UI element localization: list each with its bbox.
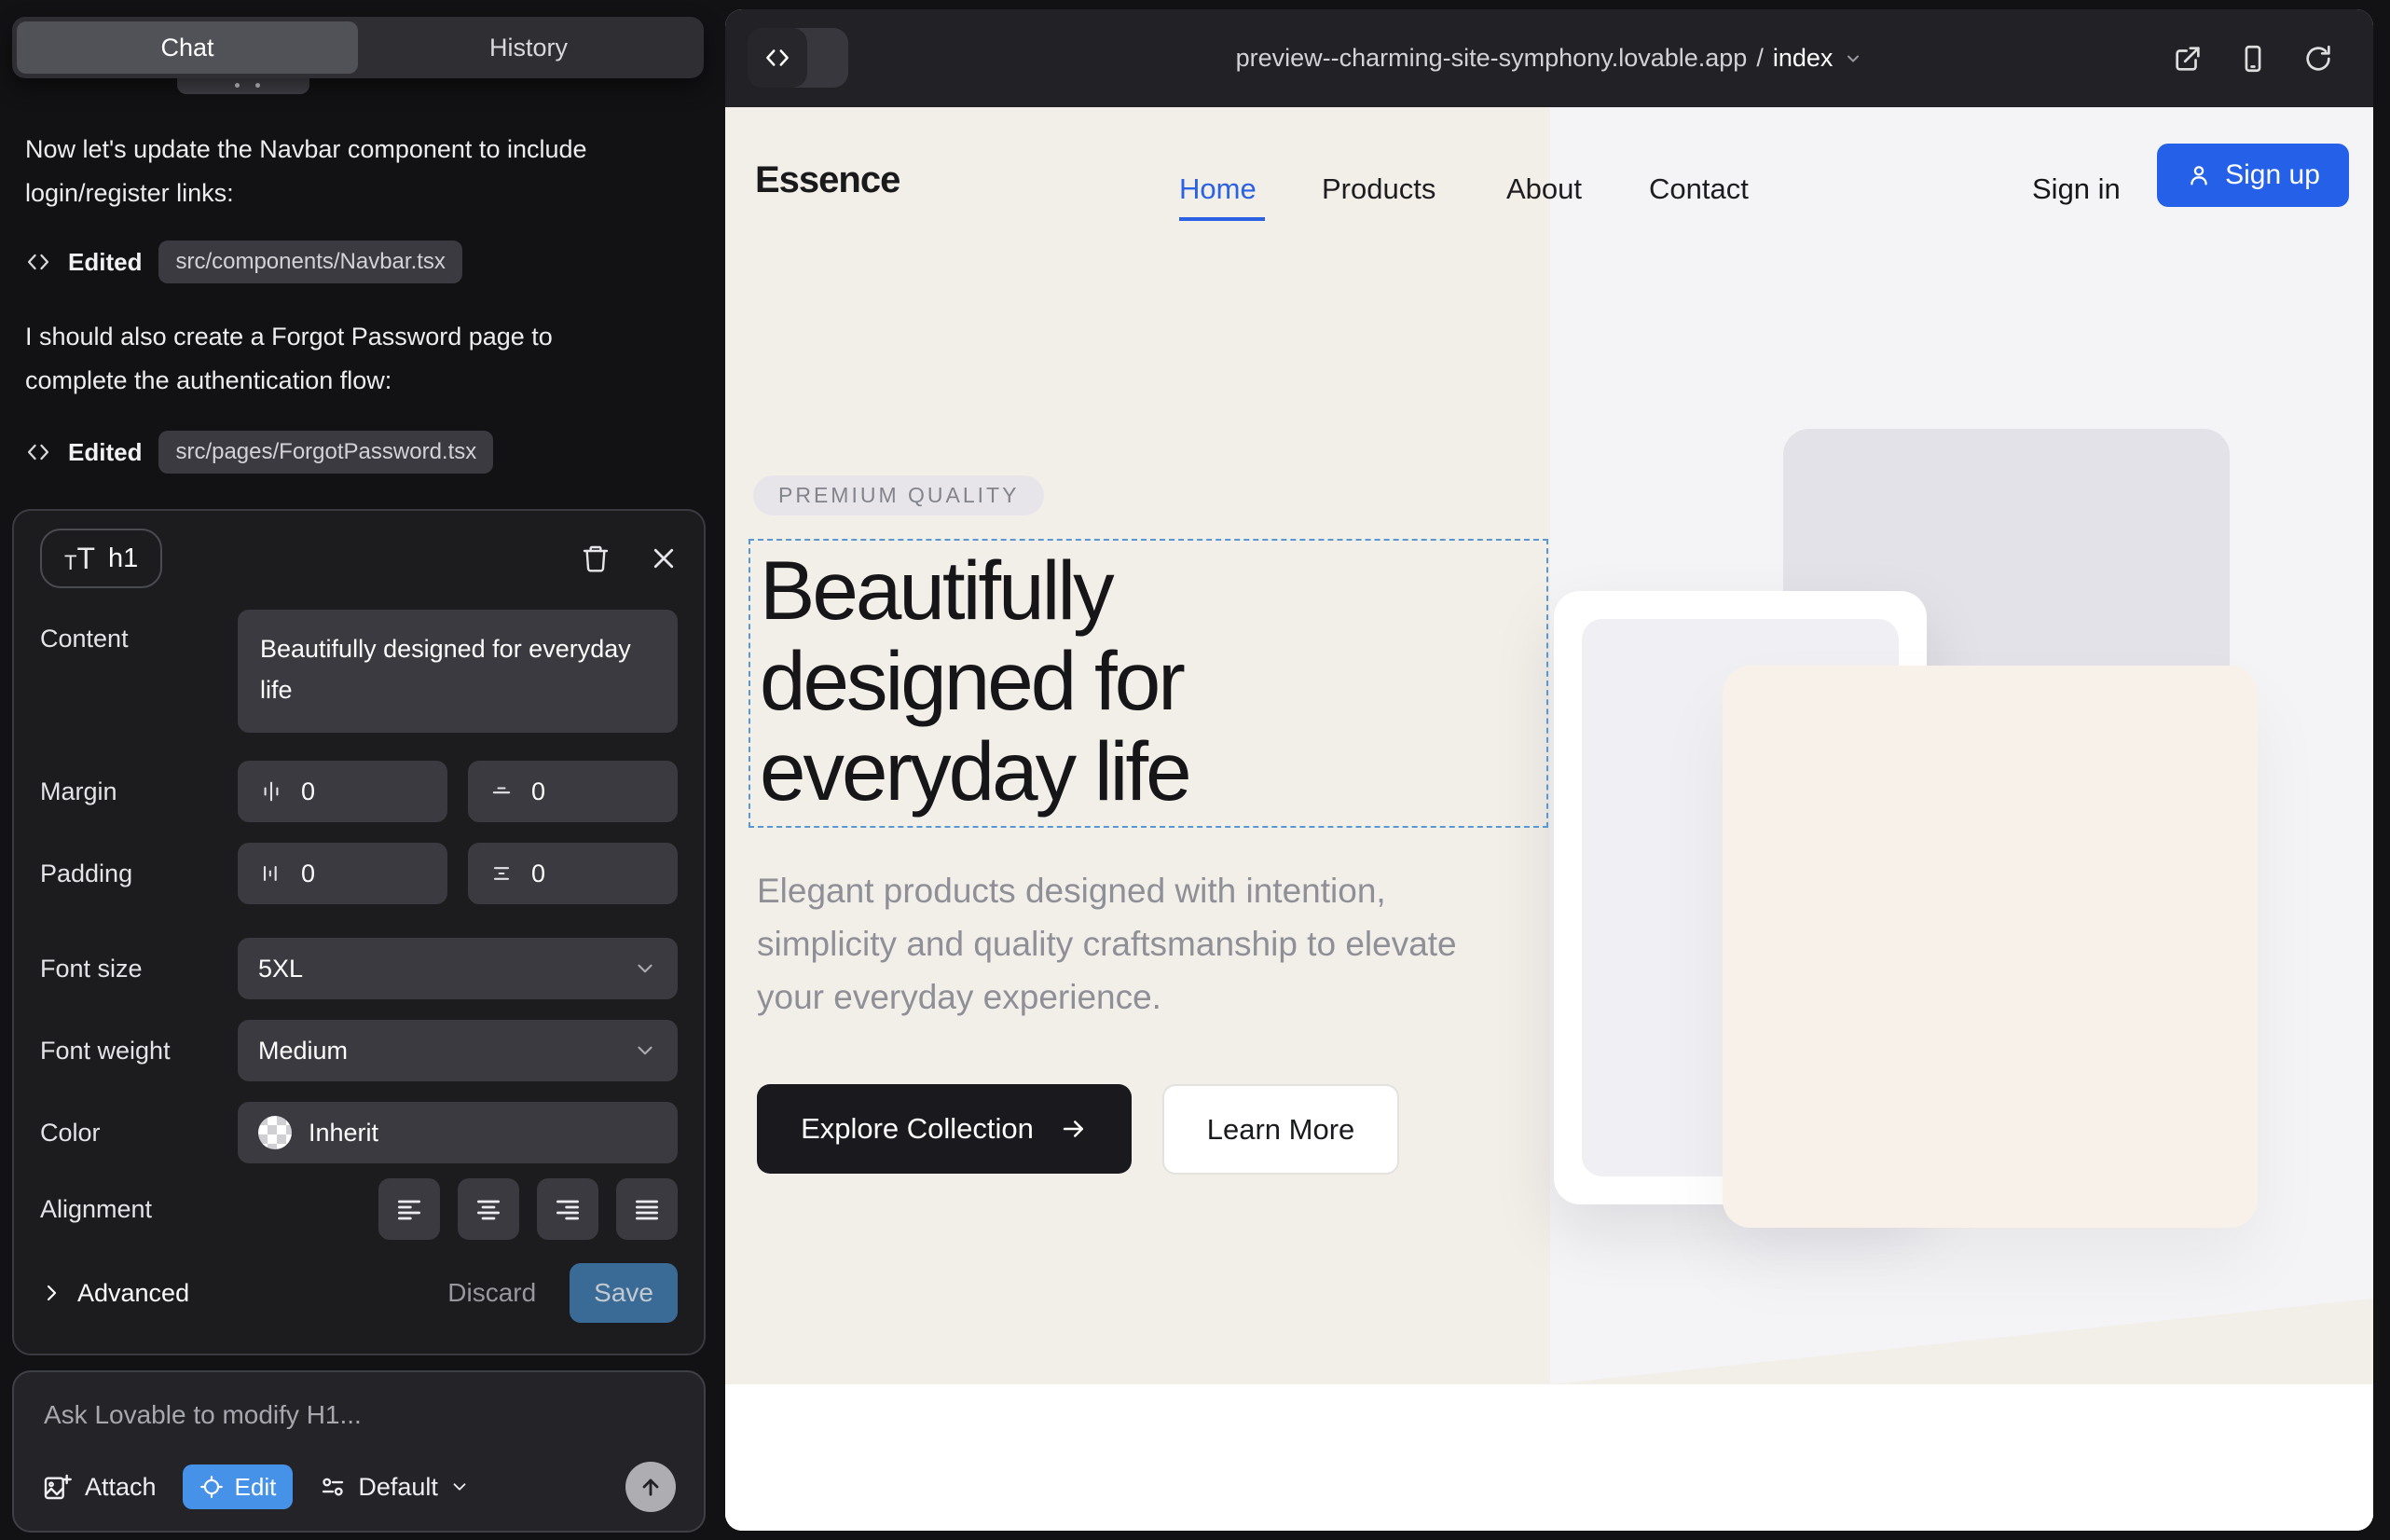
send-button[interactable] — [625, 1462, 676, 1512]
arrow-right-icon — [1060, 1115, 1088, 1143]
padding-label: Padding — [40, 859, 238, 888]
target-icon — [199, 1475, 224, 1499]
preview-topbar: preview--charming-site-symphony.lovable.… — [725, 9, 2373, 107]
margin-vertical-icon — [488, 778, 515, 804]
learn-more-button[interactable]: Learn More — [1162, 1084, 1399, 1175]
alignment-label: Alignment — [40, 1195, 238, 1224]
url-page: index — [1773, 44, 1834, 73]
sign-up-button[interactable]: Sign up — [2157, 144, 2349, 207]
selected-tag: h1 — [108, 543, 138, 574]
nav-link-home[interactable]: Home — [1179, 172, 1257, 206]
nav-link-products[interactable]: Products — [1322, 172, 1435, 206]
explore-collection-button[interactable]: Explore Collection — [757, 1084, 1132, 1174]
composer-input[interactable]: Ask Lovable to modify H1... — [44, 1400, 362, 1430]
assistant-message: I should also create a Forgot Password p… — [25, 315, 650, 403]
edit-mode-pill[interactable]: Edit — [183, 1464, 294, 1509]
code-icon — [25, 439, 51, 465]
decor-card-beige — [1723, 666, 2258, 1228]
close-icon[interactable] — [650, 544, 678, 572]
edited-label: Edited — [68, 248, 142, 277]
margin-label: Margin — [40, 777, 238, 806]
save-button[interactable]: Save — [570, 1263, 678, 1323]
edited-file-row[interactable]: Edited src/pages/ForgotPassword.tsx — [25, 431, 493, 474]
open-external-icon[interactable] — [2172, 43, 2204, 75]
assistant-message: Now let's update the Navbar component to… — [25, 128, 650, 215]
trash-icon[interactable] — [581, 543, 611, 573]
hero-heading[interactable]: Beautifully designed for everyday life — [760, 545, 1189, 817]
nav-link-contact[interactable]: Contact — [1649, 172, 1749, 206]
site-canvas: Essence Home Products About Contact Sign… — [725, 107, 2373, 1531]
padding-x-input[interactable]: 0 — [238, 843, 447, 904]
font-size-label: Font size — [40, 955, 238, 983]
chat-composer: Ask Lovable to modify H1... Attach Edit — [12, 1370, 706, 1533]
color-swatch — [258, 1116, 292, 1149]
align-justify-button[interactable] — [616, 1178, 678, 1240]
code-icon — [25, 249, 51, 275]
hero-badge: PREMIUM QUALITY — [753, 475, 1044, 516]
selected-element-pill[interactable]: TT h1 — [40, 529, 162, 588]
scrolled-chip-partial — [177, 78, 309, 94]
font-weight-label: Font weight — [40, 1037, 238, 1066]
nav-link-about[interactable]: About — [1506, 172, 1582, 206]
color-select[interactable]: Inherit — [238, 1102, 678, 1163]
chevron-down-icon — [633, 956, 657, 981]
align-center-button[interactable] — [458, 1178, 519, 1240]
file-chip[interactable]: src/components/Navbar.tsx — [158, 241, 461, 283]
advanced-toggle[interactable]: Advanced — [40, 1279, 189, 1308]
chevron-right-icon — [40, 1282, 62, 1304]
margin-x-input[interactable]: 0 — [238, 761, 447, 822]
url-host: preview--charming-site-symphony.lovable.… — [1236, 44, 1748, 73]
color-label: Color — [40, 1119, 238, 1148]
content-input[interactable]: Beautifully designed for everyday life — [238, 610, 678, 733]
align-left-button[interactable] — [378, 1178, 440, 1240]
padding-y-input[interactable]: 0 — [468, 843, 678, 904]
sign-in-link[interactable]: Sign in — [2032, 172, 2121, 206]
content-label: Content — [40, 610, 238, 653]
padding-vertical-icon — [488, 860, 515, 887]
sidebar-tabbar: Chat History — [12, 17, 704, 78]
image-plus-icon — [42, 1472, 72, 1502]
section-below-hero — [725, 1384, 2373, 1531]
font-weight-select[interactable]: Medium — [238, 1020, 678, 1081]
edited-label: Edited — [68, 438, 142, 467]
site-logo[interactable]: Essence — [755, 159, 900, 201]
mobile-view-icon[interactable] — [2237, 43, 2269, 75]
app-root: Chat History Now let's update the Navbar… — [0, 0, 2390, 1540]
tab-chat[interactable]: Chat — [17, 21, 358, 74]
sliders-icon — [319, 1473, 347, 1501]
chevron-down-icon — [449, 1477, 470, 1497]
chevron-down-icon — [633, 1038, 657, 1063]
url-bar[interactable]: preview--charming-site-symphony.lovable.… — [725, 9, 2373, 107]
discard-button[interactable]: Discard — [447, 1278, 536, 1308]
element-editor-panel: TT h1 Content Beautifully designed for e… — [12, 509, 706, 1355]
padding-horizontal-icon — [258, 860, 284, 887]
user-icon — [2186, 162, 2212, 188]
align-right-button[interactable] — [537, 1178, 598, 1240]
font-size-select[interactable]: 5XL — [238, 938, 678, 999]
file-chip[interactable]: src/pages/ForgotPassword.tsx — [158, 431, 493, 474]
mode-selector[interactable]: Default — [319, 1473, 470, 1502]
margin-y-input[interactable]: 0 — [468, 761, 678, 822]
text-size-icon: TT — [64, 543, 95, 573]
chevron-down-icon — [1844, 49, 1862, 68]
editor-header: TT h1 — [40, 528, 678, 589]
attach-button[interactable]: Attach — [42, 1472, 157, 1502]
preview-window: preview--charming-site-symphony.lovable.… — [725, 9, 2373, 1531]
refresh-icon[interactable] — [2302, 43, 2334, 75]
tab-history[interactable]: History — [358, 21, 699, 74]
nav-home-underline — [1179, 217, 1265, 221]
chat-sidebar: Chat History Now let's update the Navbar… — [0, 0, 725, 1540]
margin-horizontal-icon — [258, 778, 284, 804]
hero-description: Elegant products designed with intention… — [757, 864, 1503, 1024]
edited-file-row[interactable]: Edited src/components/Navbar.tsx — [25, 241, 462, 283]
